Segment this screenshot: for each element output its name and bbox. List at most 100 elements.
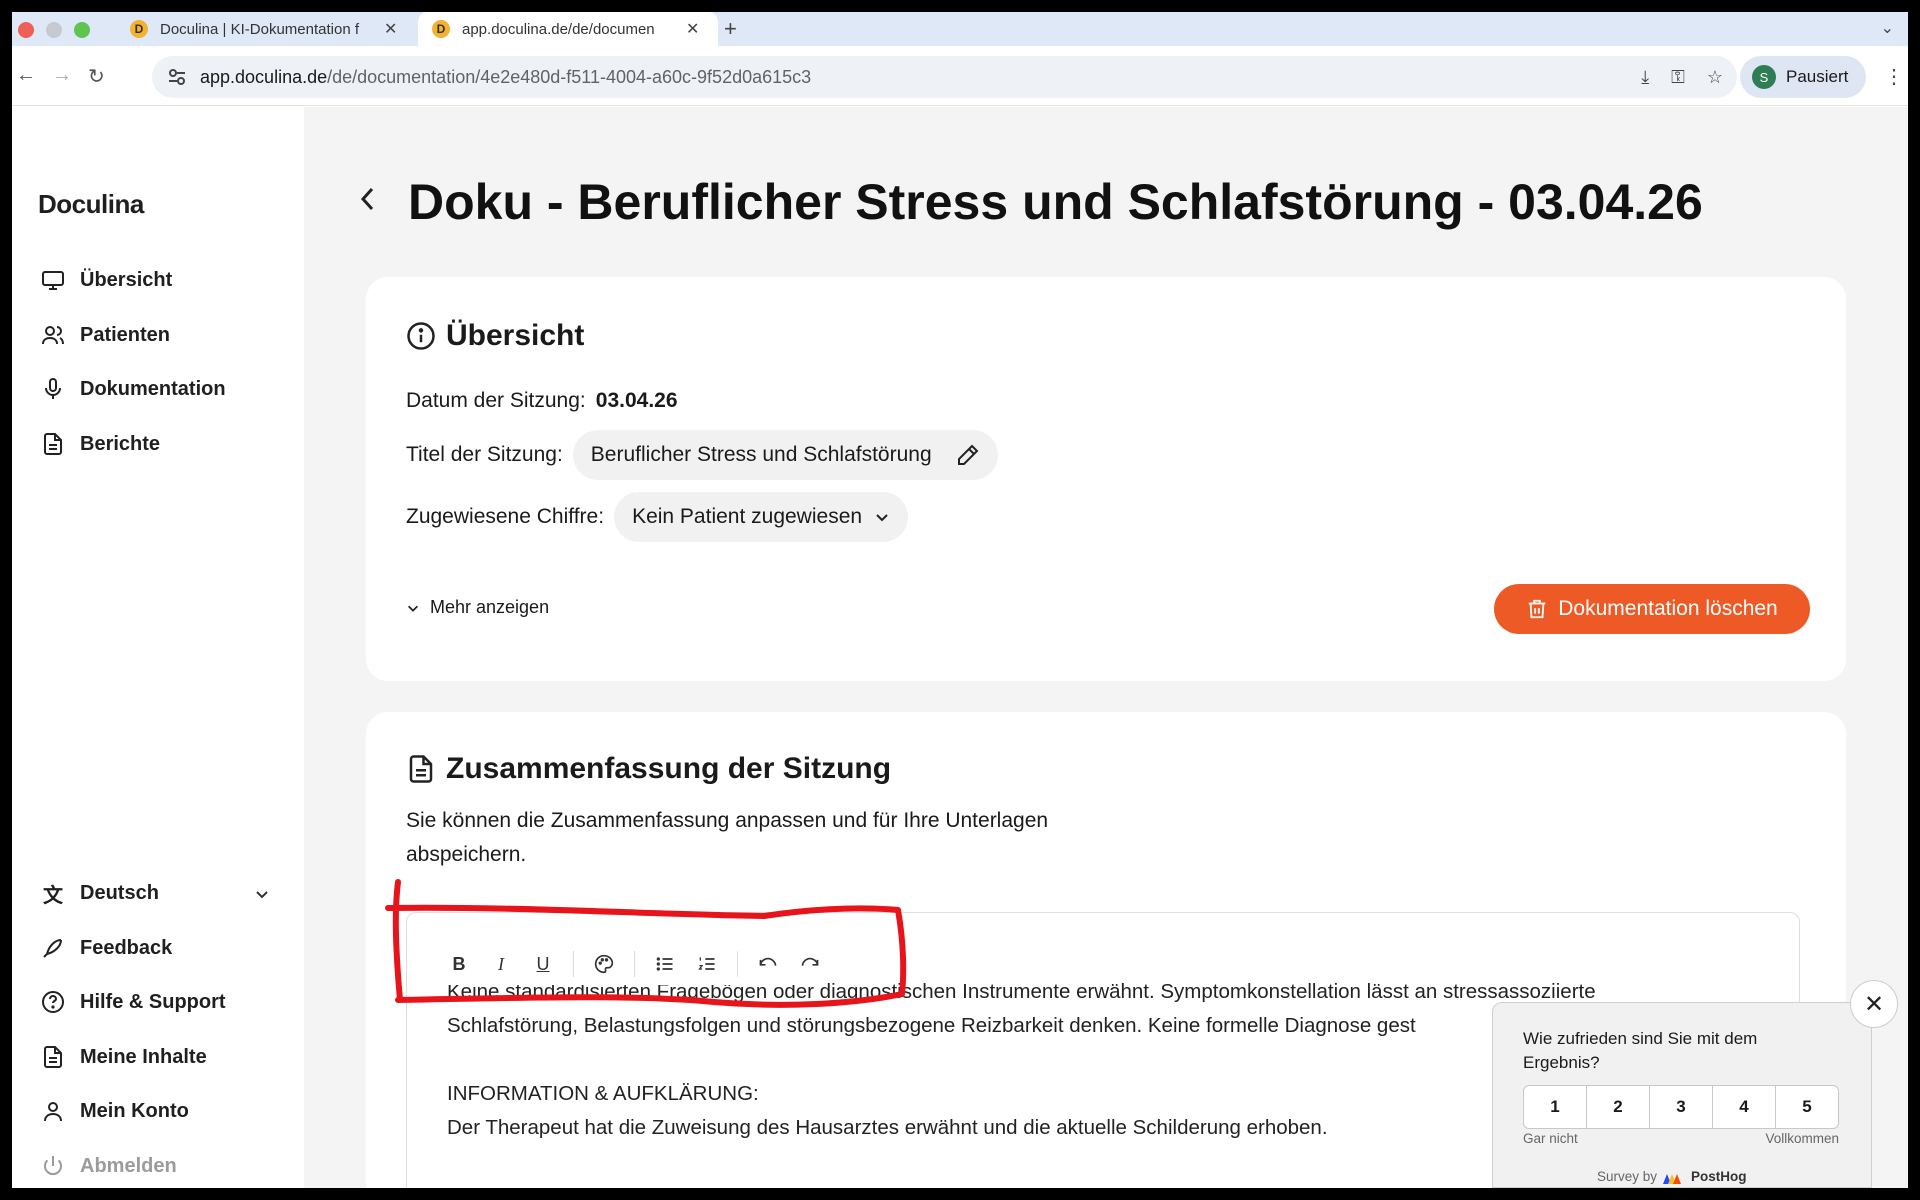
toolbar-divider — [573, 951, 574, 977]
patient-assign-dropdown[interactable]: Kein Patient zugewiesen — [614, 492, 909, 542]
trash-icon — [1529, 599, 1546, 619]
password-key-icon[interactable]: ⚿ — [1671, 67, 1685, 88]
overview-card: Übersicht Datum der Sitzung: 03.04.26 Ti… — [366, 277, 1846, 681]
profile-label: Pausiert — [1786, 67, 1849, 86]
close-icon: ✕ — [1863, 990, 1885, 1018]
profile-button[interactable]: S Pausiert — [1740, 56, 1866, 98]
survey-by-label: Survey by — [1597, 1169, 1658, 1184]
undo-icon[interactable] — [756, 952, 780, 976]
language-selector[interactable]: 文 Deutsch — [40, 880, 159, 907]
cipher-value: Kein Patient zugewiesen — [632, 505, 863, 528]
survey-close-button[interactable]: ✕ — [1850, 980, 1898, 1028]
session-date-row: Datum der Sitzung: 03.04.26 — [406, 389, 678, 413]
browser-menu-icon[interactable]: ⋮ — [1884, 64, 1904, 89]
sidebar: Doculina Übersicht Patienten Dokumentati… — [12, 107, 304, 1188]
sidebar-item-uebersicht[interactable]: Übersicht — [40, 267, 172, 293]
rating-low-label: Gar nicht — [1523, 1131, 1578, 1146]
numbered-list-icon[interactable] — [695, 952, 719, 976]
doculina-logo[interactable]: Doculina — [38, 189, 144, 220]
browser-window: D Doculina | KI-Dokumentation f ✕ D app.… — [12, 12, 1908, 1188]
show-more-label: Mehr anzeigen — [430, 597, 550, 617]
sidebar-item-feedback[interactable]: Feedback — [40, 935, 172, 961]
sidebar-item-help[interactable]: Hilfe & Support — [40, 989, 226, 1015]
survey-popup: Wie zufrieden sind Sie mit dem Ergebnis?… — [1492, 1002, 1872, 1188]
back-chevron-icon[interactable] — [358, 185, 378, 213]
document-icon — [409, 755, 433, 783]
session-date-value: 03.04.26 — [595, 389, 678, 412]
underline-icon[interactable]: U — [531, 952, 555, 976]
tab-close-icon[interactable]: ✕ — [384, 19, 397, 39]
new-tab-icon[interactable]: + — [724, 16, 737, 42]
sidebar-item-meine-inhalte[interactable]: Meine Inhalte — [40, 1044, 207, 1070]
sidebar-item-label: Patienten — [80, 323, 171, 346]
delete-documentation-button[interactable]: Dokumentation löschen — [1494, 584, 1810, 634]
sidebar-item-mein-konto[interactable]: Mein Konto — [40, 1098, 189, 1124]
sidebar-item-berichte[interactable]: Berichte — [40, 431, 160, 457]
close-window-button[interactable] — [18, 22, 34, 38]
bold-icon[interactable]: B — [447, 952, 471, 976]
show-more-button[interactable]: Mehr anzeigen — [406, 597, 549, 618]
info-icon — [407, 322, 435, 350]
rating-option-3[interactable]: 3 — [1650, 1086, 1713, 1128]
minimize-window-button[interactable] — [46, 22, 62, 38]
pencil-icon[interactable] — [956, 443, 980, 467]
survey-branding[interactable]: Survey by PostHog — [1597, 1169, 1747, 1184]
bullet-list-icon[interactable] — [653, 952, 677, 976]
rating-option-2[interactable]: 2 — [1587, 1086, 1650, 1128]
sidebar-item-label: Mein Konto — [80, 1099, 189, 1122]
session-title-field[interactable]: Beruflicher Stress und Schlafstörung — [572, 430, 998, 480]
address-bar[interactable]: app.doculina.de/de/documentation/4e2e480… — [152, 56, 1737, 98]
browser-tab-1[interactable]: D Doculina | KI-Dokumentation f ✕ — [116, 12, 416, 46]
rating-scale: 1 2 3 4 5 — [1523, 1085, 1839, 1129]
bookmark-star-icon[interactable]: ☆ — [1707, 67, 1723, 88]
reload-icon[interactable]: ↻ — [88, 64, 105, 89]
url-host: app.doculina.de — [200, 66, 328, 87]
monitor-icon — [40, 267, 66, 293]
redo-icon[interactable] — [798, 952, 822, 976]
rating-high-label: Vollkommen — [1765, 1131, 1839, 1146]
tab-search-icon[interactable]: ⌄ — [1881, 18, 1894, 38]
sidebar-item-label: Feedback — [80, 936, 173, 959]
back-arrow-icon[interactable]: ← — [16, 64, 36, 87]
doculina-favicon-icon: D — [432, 20, 450, 38]
posthog-logo-icon — [1663, 1173, 1682, 1184]
user-icon — [40, 1098, 66, 1124]
power-icon — [40, 1153, 66, 1179]
sidebar-item-label: Berichte — [80, 432, 161, 455]
site-settings-icon[interactable] — [166, 66, 188, 88]
forward-arrow-icon[interactable]: → — [52, 64, 72, 87]
logout-button[interactable]: Abmelden — [40, 1153, 177, 1179]
chevron-down-icon[interactable] — [254, 886, 270, 902]
tab-close-icon[interactable]: ✕ — [686, 19, 699, 39]
users-icon — [40, 322, 66, 348]
editor-toolbar: B I U — [447, 943, 822, 985]
translate-icon: 文 — [43, 884, 63, 907]
page-title: Doku - Beruflicher Stress und Schlafstör… — [408, 174, 1703, 230]
maximize-window-button[interactable] — [74, 22, 90, 38]
cipher-row: Zugewiesene Chiffre: Kein Patient zugewi… — [406, 492, 909, 542]
tab-bar: D Doculina | KI-Dokumentation f ✕ D app.… — [12, 12, 1908, 46]
delete-label: Dokumentation löschen — [1558, 597, 1778, 620]
sidebar-item-label: Meine Inhalte — [80, 1045, 207, 1068]
rating-option-5[interactable]: 5 — [1776, 1086, 1838, 1128]
browser-toolbar: ← → ↻ app.doculina.de/de/documentation/4… — [12, 46, 1908, 106]
install-app-icon[interactable]: ⤓ — [1641, 67, 1649, 88]
chevron-down-icon — [876, 514, 888, 522]
tab-title: Doculina | KI-Dokumentation f — [160, 20, 359, 38]
browser-tab-2[interactable]: D app.doculina.de/de/documen ✕ — [418, 12, 718, 46]
session-title-row: Titel der Sitzung: Beruflicher Stress un… — [406, 430, 998, 480]
url-path: /de/documentation/4e2e480d-f511-4004-a60… — [327, 66, 812, 87]
palette-icon[interactable] — [592, 952, 616, 976]
rating-option-1[interactable]: 1 — [1524, 1086, 1587, 1128]
help-icon — [40, 989, 66, 1015]
microphone-icon — [40, 376, 66, 402]
summary-description: Sie können die Zusammenfassung anpassen … — [406, 809, 1049, 866]
language-label: Deutsch — [80, 881, 159, 904]
document-icon — [40, 1044, 66, 1070]
sidebar-item-label: Dokumentation — [80, 377, 226, 400]
italic-icon[interactable]: I — [489, 952, 513, 976]
sidebar-item-patienten[interactable]: Patienten — [40, 322, 170, 348]
sidebar-item-dokumentation[interactable]: Dokumentation — [40, 376, 226, 402]
rating-option-4[interactable]: 4 — [1713, 1086, 1776, 1128]
tab-title: app.doculina.de/de/documen — [462, 20, 655, 38]
